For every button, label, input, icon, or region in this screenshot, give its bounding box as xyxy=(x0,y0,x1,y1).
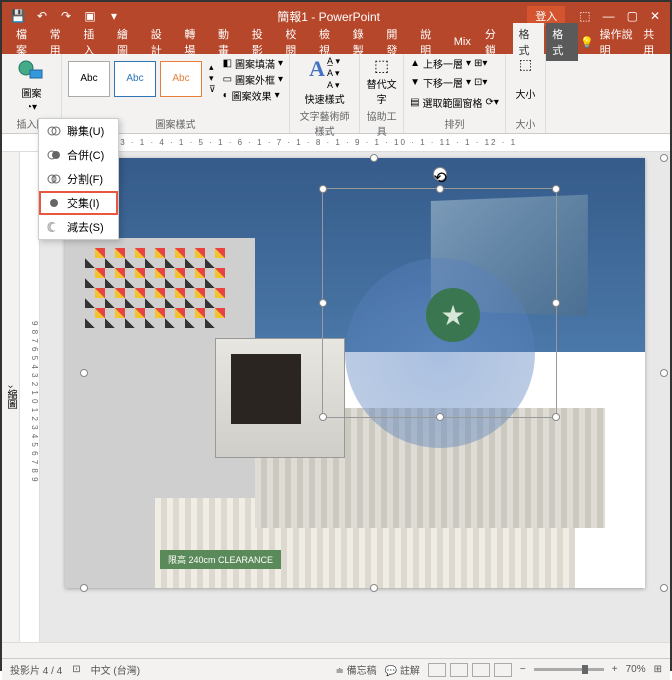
start-icon[interactable]: ▣ xyxy=(82,8,98,24)
insert-shapes-label: 圖案 xyxy=(22,85,42,100)
clearance-sign: 限高 240cm CLEARANCE xyxy=(160,550,281,569)
comments-button[interactable]: 💬 註解 xyxy=(385,662,420,677)
subtract-icon xyxy=(47,220,61,234)
group-size-label: 大小 xyxy=(512,114,539,131)
send-backward-button[interactable]: ▼下移一層 ▾ ⊡▾ xyxy=(410,75,499,90)
quick-style-label: 快速樣式 xyxy=(305,91,345,106)
outline-icon: ▭ xyxy=(223,74,232,85)
tab-format-2[interactable]: 格式 xyxy=(546,23,578,61)
maximize-icon[interactable]: ▢ xyxy=(627,9,638,23)
bring-forward-icon: ▲ xyxy=(410,58,420,69)
notes-button[interactable]: ≐ 備忘稿 xyxy=(336,662,377,677)
merge-shapes-menu: 聯集(U) 合併(C) 分割(F) 交集(I) 減去(S) xyxy=(38,118,119,240)
alt-text-label: 替代文字 xyxy=(366,76,397,106)
tell-me[interactable]: 操作說明 xyxy=(600,26,638,58)
shape-effects-button[interactable]: ◐圖案效果 ▾ xyxy=(223,88,283,103)
redo-icon[interactable]: ↷ xyxy=(58,8,74,24)
fill-icon: ◧ xyxy=(223,58,232,69)
slide-counter[interactable]: 投影片 4 / 4 xyxy=(10,662,62,677)
scrollbar-horizontal[interactable] xyxy=(2,642,670,658)
combine-icon xyxy=(47,148,61,162)
selection-pane-button[interactable]: ▤選取範圍窗格 ⟳▾ xyxy=(410,95,499,110)
selection-icon: ▤ xyxy=(410,97,419,108)
sorter-view-icon[interactable] xyxy=(450,663,468,677)
accessibility-icon[interactable]: ⊡ xyxy=(72,664,80,675)
text-outline-icon[interactable]: A ▾ xyxy=(327,68,340,79)
undo-icon[interactable]: ↶ xyxy=(34,8,50,24)
zoom-in-icon[interactable]: + xyxy=(612,664,618,675)
tab-mix[interactable]: Mix xyxy=(448,33,477,51)
merge-intersect[interactable]: 交集(I) xyxy=(39,191,118,215)
union-icon xyxy=(47,124,61,138)
zoom-out-icon[interactable]: − xyxy=(520,664,526,675)
merge-combine[interactable]: 合併(C) xyxy=(39,143,118,167)
shape-fill-button[interactable]: ◧圖案填滿 ▾ xyxy=(223,56,283,71)
close-icon[interactable]: ✕ xyxy=(650,9,660,23)
document-title: 簡報1 - PowerPoint xyxy=(130,8,527,25)
wordart-quick-icon[interactable]: A xyxy=(309,56,325,91)
shape-style-3[interactable]: Abc xyxy=(160,61,202,97)
group-alt-label: 協助工具 xyxy=(366,106,397,138)
text-fill-icon[interactable]: A̲ ▾ xyxy=(327,56,340,67)
effects-icon: ◐ xyxy=(223,90,229,101)
qat-more-icon[interactable]: ▾ xyxy=(106,8,122,24)
fit-to-window-icon[interactable]: ⊞ xyxy=(654,664,662,675)
merge-fragment[interactable]: 分割(F) xyxy=(39,167,118,191)
size-icon[interactable]: ⬚ xyxy=(512,56,539,73)
shape-outline-button[interactable]: ▭圖案外框 ▾ xyxy=(223,72,283,87)
text-effects-icon[interactable]: A ▾ xyxy=(327,80,340,91)
ribbon-collapse-icon[interactable]: ⬚ xyxy=(579,9,590,23)
thumbnail-panel-toggle[interactable]: › 縮圖 xyxy=(2,152,20,642)
ruler-vertical: 9 8 7 6 5 4 3 2 1 0 1 2 3 4 5 6 7 8 9 xyxy=(20,152,40,642)
group-wordart-label: 文字藝術師樣式 xyxy=(296,106,353,138)
shape-style-1[interactable]: Abc xyxy=(68,61,110,97)
alt-text-button[interactable]: ⬚ xyxy=(366,56,397,76)
ribbon-tabs: 檔案 常用 插入 繪圖 設計 轉場 動畫 投影 校閱 檢視 錄製 開發 說明 M… xyxy=(2,30,670,54)
slide[interactable]: 限高 240cm CLEARANCE ⟲ xyxy=(65,158,645,588)
circle-selection[interactable]: ⟲ xyxy=(322,188,557,418)
share-button[interactable]: 共用 xyxy=(643,26,662,58)
language-indicator[interactable]: 中文 (台灣) xyxy=(91,662,140,677)
group-arrange-label: 排列 xyxy=(410,114,499,131)
merge-shapes-icon[interactable]: ◔▾ xyxy=(26,102,37,113)
minimize-icon[interactable]: — xyxy=(603,9,615,23)
slideshow-view-icon[interactable] xyxy=(494,663,512,677)
intersect-icon xyxy=(47,196,61,210)
normal-view-icon[interactable] xyxy=(428,663,446,677)
rotate-handle-icon[interactable]: ⟲ xyxy=(433,167,447,181)
merge-union[interactable]: 聯集(U) xyxy=(39,119,118,143)
zoom-value[interactable]: 70% xyxy=(626,664,646,675)
tell-me-icon: 💡 xyxy=(580,36,594,49)
shape-style-2[interactable]: Abc xyxy=(114,61,156,97)
size-label: 大小 xyxy=(512,86,539,101)
send-backward-icon: ▼ xyxy=(410,77,420,88)
styles-more-icon[interactable]: ▴▾⊽ xyxy=(206,62,219,95)
reading-view-icon[interactable] xyxy=(472,663,490,677)
bring-forward-button[interactable]: ▲上移一層 ▾ ⊞▾ xyxy=(410,56,499,71)
edit-shape-icon[interactable] xyxy=(16,56,48,84)
merge-subtract[interactable]: 減去(S) xyxy=(39,215,118,239)
align-icon[interactable]: ⊞▾ xyxy=(474,58,487,69)
slide-canvas[interactable]: 限高 240cm CLEARANCE ⟲ ⟲ xyxy=(40,152,670,642)
fragment-icon xyxy=(47,172,61,186)
save-icon[interactable]: 💾 xyxy=(10,8,26,24)
rotate-icon[interactable]: ⟳▾ xyxy=(486,97,499,108)
group-icon[interactable]: ⊡▾ xyxy=(474,77,487,88)
